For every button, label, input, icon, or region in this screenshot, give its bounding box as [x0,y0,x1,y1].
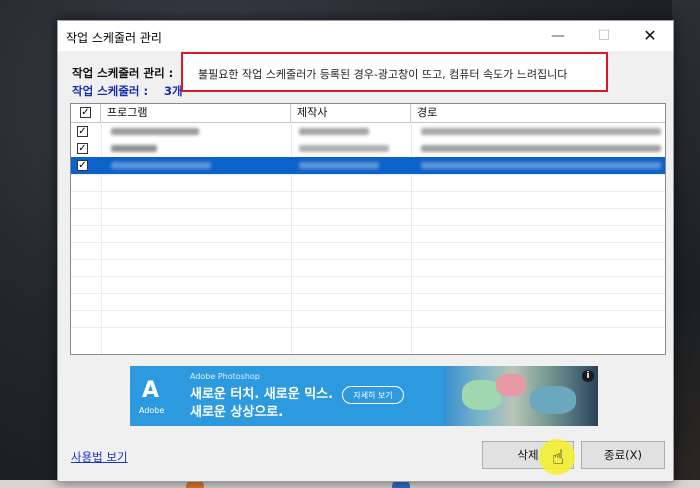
list-header: ✓ 프로그램 제작사 경로 [71,104,665,123]
grid-line [71,293,665,294]
select-all-checkbox[interactable]: ✓ [80,107,91,118]
grid-line [71,174,665,175]
redacted-program [111,128,199,135]
row-checkbox[interactable]: ✓ [77,126,88,137]
callout-text: 불필요한 작업 스케줄러가 등록된 경우-광고창이 뜨고, 컴퓨터 속도가 느려… [198,68,568,81]
grid-line [71,208,665,209]
ad-info-icon[interactable]: i [582,370,594,382]
adobe-logo: A Adobe [130,366,178,426]
warning-callout: 불필요한 작업 스케줄러가 등록된 경우-광고창이 뜨고, 컴퓨터 속도가 느려… [181,52,608,92]
redacted-program [111,162,211,169]
header-select-all[interactable]: ✓ [71,104,101,122]
row-checkbox[interactable]: ✓ [77,143,88,154]
redacted-maker [299,128,369,135]
adobe-logo-text: Adobe [139,406,165,415]
grid-line [71,276,665,277]
column-path[interactable]: 경로 [411,104,665,122]
column-maker[interactable]: 제작사 [291,104,411,122]
hand-cursor-icon: ☝ [552,445,565,469]
redacted-path [421,145,661,152]
ad-art-shape [496,374,526,396]
ad-brand: Adobe Photoshop [190,372,260,381]
count-value: 3개 [164,84,183,98]
window-title: 작업 스케줄러 관리 [66,31,162,45]
grid-line [71,242,665,243]
table-row-selected[interactable]: ✓ [71,157,665,174]
desktop-background-right [672,0,700,488]
ad-artwork [444,366,598,426]
table-row[interactable]: ✓ [71,123,665,140]
redacted-path [421,128,661,135]
scheduler-list[interactable]: ✓ 프로그램 제작사 경로 ✓ ✓ ✓ [70,103,666,355]
table-row[interactable]: ✓ [71,140,665,157]
grid-line [71,259,665,260]
ad-headline: 새로운 터치. 새로운 믹스. [190,387,334,402]
minimize-icon[interactable]: — [535,21,581,51]
grid-line [71,225,665,226]
redacted-maker [299,145,389,152]
column-program[interactable]: 프로그램 [101,104,291,122]
redacted-path [421,162,661,169]
grid-line [71,191,665,192]
close-icon[interactable]: ✕ [627,21,673,51]
redacted-program [111,145,157,152]
grid-line [71,327,665,328]
ad-banner[interactable]: A Adobe Adobe Photoshop 새로운 터치. 새로운 믹스. … [130,366,598,426]
ad-cta-button[interactable]: 자세히 보기 [342,386,404,404]
title-bar: 작업 스케줄러 관리 — ☐ ✕ [58,21,673,51]
manage-label: 작업 스케줄러 관리 : [72,66,174,80]
redacted-maker [299,162,379,169]
ad-subheadline: 새로운 상상으로. [190,405,284,420]
ad-art-shape [530,386,576,414]
adobe-logo-icon: A [142,378,160,403]
row-checkbox[interactable]: ✓ [77,160,88,171]
grid-line [71,310,665,311]
scheduler-window: 작업 스케줄러 관리 — ☐ ✕ 작업 스케줄러 관리 : 작업 스케줄러 : … [57,20,674,482]
maximize-icon[interactable]: ☐ [581,21,627,51]
exit-button[interactable]: 종료(X) [581,441,665,469]
help-link[interactable]: 사용법 보기 [71,449,128,465]
count-label: 작업 스케줄러 : [72,84,149,98]
